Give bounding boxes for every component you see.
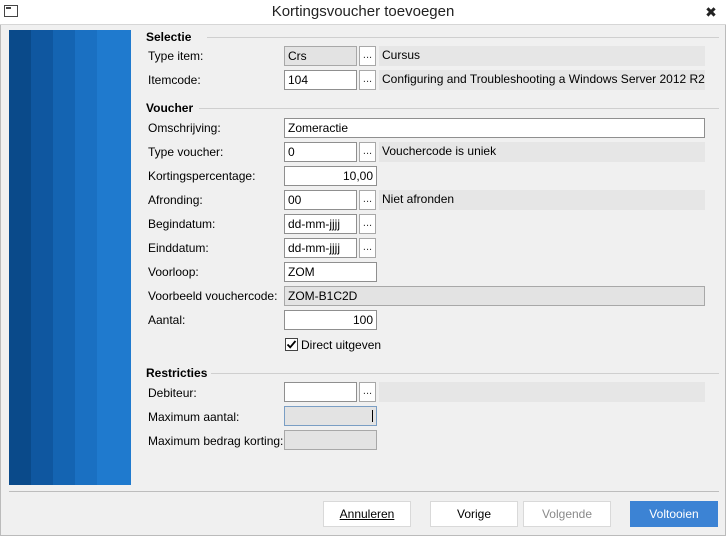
close-icon[interactable]: ✖ bbox=[700, 2, 722, 22]
type-voucher-lookup-button[interactable]: ... bbox=[359, 142, 376, 162]
kortingspercentage-label: Kortingspercentage: bbox=[148, 169, 256, 183]
debiteur-description bbox=[379, 382, 705, 402]
volgende-button-label: Volgende bbox=[541, 507, 593, 521]
debiteur-label: Debiteur: bbox=[148, 386, 197, 400]
section-selectie: Selectie bbox=[146, 30, 192, 44]
begindatum-field[interactable]: dd-mm-jjjj bbox=[284, 214, 357, 234]
direct-uitgeven-checkbox[interactable] bbox=[285, 338, 298, 351]
voorloop-field[interactable]: ZOM bbox=[284, 262, 377, 282]
einddatum-field[interactable]: dd-mm-jjjj bbox=[284, 238, 357, 258]
type-voucher-field[interactable]: 0 bbox=[284, 142, 357, 162]
checkmark-icon bbox=[286, 340, 297, 349]
section-divider bbox=[207, 37, 719, 38]
vorige-button-label: Vorige bbox=[456, 507, 492, 521]
sidebar-banner bbox=[9, 30, 131, 485]
maximum-bedrag-label: Maximum bedrag korting: bbox=[148, 434, 284, 448]
direct-uitgeven-label[interactable]: Direct uitgeven bbox=[301, 338, 381, 352]
annuleren-button[interactable]: Annuleren bbox=[323, 501, 411, 527]
afronding-label: Afronding: bbox=[148, 193, 203, 207]
itemcode-label: Itemcode: bbox=[148, 73, 201, 87]
voorbeeld-vouchercode-label: Voorbeeld vouchercode: bbox=[148, 289, 278, 303]
type-item-lookup-button[interactable]: ... bbox=[359, 46, 376, 66]
footer-divider bbox=[9, 491, 719, 492]
window-title: Kortingsvoucher toevoegen bbox=[271, 3, 455, 20]
debiteur-lookup-button[interactable]: ... bbox=[359, 382, 376, 402]
itemcode-description: Configuring and Troubleshooting a Window… bbox=[379, 70, 705, 90]
itemcode-lookup-button[interactable]: ... bbox=[359, 70, 376, 90]
type-item-field[interactable]: Crs bbox=[284, 46, 357, 66]
vorige-button[interactable]: Vorige bbox=[430, 501, 518, 527]
section-divider bbox=[211, 373, 719, 374]
begindatum-label: Begindatum: bbox=[148, 217, 216, 231]
voltooien-button-label: Voltooien bbox=[649, 507, 699, 521]
maximum-aantal-label: Maximum aantal: bbox=[148, 410, 240, 424]
aantal-field[interactable]: 100 bbox=[284, 310, 377, 330]
debiteur-field[interactable] bbox=[284, 382, 357, 402]
text-caret bbox=[372, 410, 373, 422]
voorbeeld-vouchercode-field: ZOM-B1C2D bbox=[284, 286, 705, 306]
type-item-description: Cursus bbox=[379, 46, 705, 66]
voorloop-label: Voorloop: bbox=[148, 265, 199, 279]
section-voucher: Voucher bbox=[146, 101, 194, 115]
type-voucher-label: Type voucher: bbox=[148, 145, 224, 159]
afronding-description: Niet afronden bbox=[379, 190, 705, 210]
voltooien-button[interactable]: Voltooien bbox=[630, 501, 718, 527]
section-divider bbox=[199, 108, 719, 109]
title-bar: Kortingsvoucher toevoegen ✖ bbox=[0, 0, 726, 25]
section-restricties: Restricties bbox=[146, 366, 208, 380]
afronding-field[interactable]: 00 bbox=[284, 190, 357, 210]
begindatum-picker-button[interactable]: ... bbox=[359, 214, 376, 234]
einddatum-picker-button[interactable]: ... bbox=[359, 238, 376, 258]
afronding-lookup-button[interactable]: ... bbox=[359, 190, 376, 210]
einddatum-label: Einddatum: bbox=[148, 241, 209, 255]
omschrijving-label: Omschrijving: bbox=[148, 121, 221, 135]
kortingspercentage-field[interactable]: 10,00 bbox=[284, 166, 377, 186]
type-voucher-description: Vouchercode is uniek bbox=[379, 142, 705, 162]
itemcode-field[interactable]: 104 bbox=[284, 70, 357, 90]
aantal-label: Aantal: bbox=[148, 313, 186, 327]
omschrijving-field[interactable]: Zomeractie bbox=[284, 118, 705, 138]
annuleren-button-label: Annuleren bbox=[339, 507, 395, 521]
type-item-label: Type item: bbox=[148, 49, 204, 63]
volgende-button[interactable]: Volgende bbox=[523, 501, 611, 527]
maximum-bedrag-field[interactable] bbox=[284, 430, 377, 450]
maximum-aantal-field[interactable] bbox=[284, 406, 377, 426]
